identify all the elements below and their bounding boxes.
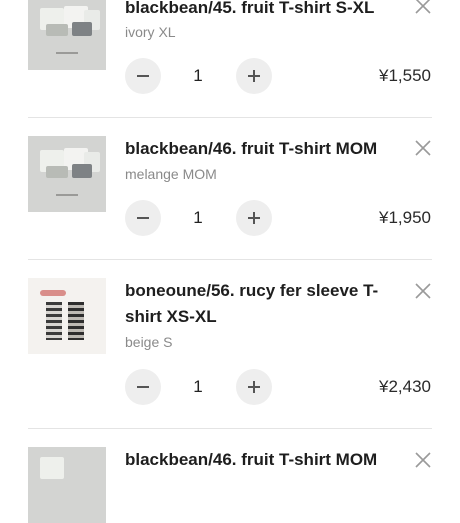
product-title[interactable]: boneoune/56. rucy fer sleeve T-shirt XS-…	[125, 278, 395, 330]
minus-icon	[137, 217, 149, 219]
product-thumbnail[interactable]	[28, 447, 106, 523]
decrease-quantity-button[interactable]	[125, 200, 161, 236]
item-price: ¥1,550	[379, 66, 431, 85]
quantity-value: 1	[193, 208, 203, 227]
decrease-quantity-button[interactable]	[125, 58, 161, 94]
decrease-quantity-button[interactable]	[125, 369, 161, 405]
divider	[28, 259, 432, 260]
plus-icon	[248, 212, 260, 224]
minus-icon	[137, 75, 149, 77]
minus-icon	[137, 386, 149, 388]
item-price: ¥1,950	[379, 208, 431, 227]
divider	[28, 428, 432, 429]
product-thumbnail[interactable]	[28, 0, 106, 70]
item-price: ¥2,430	[379, 377, 431, 396]
divider	[28, 117, 432, 118]
increase-quantity-button[interactable]	[236, 200, 272, 236]
product-variant: melange MOM	[125, 166, 217, 182]
close-icon[interactable]	[413, 281, 433, 301]
close-icon[interactable]	[413, 450, 433, 470]
plus-icon	[248, 381, 260, 393]
product-variant: ivory XL	[125, 24, 176, 40]
quantity-value: 1	[193, 377, 203, 396]
product-thumbnail[interactable]	[28, 278, 106, 354]
close-icon[interactable]	[413, 0, 433, 16]
product-variant: beige S	[125, 334, 173, 350]
product-title[interactable]: blackbean/46. fruit T-shirt MOM	[125, 136, 395, 162]
product-title[interactable]: blackbean/46. fruit T-shirt MOM	[125, 447, 395, 473]
close-icon[interactable]	[413, 138, 433, 158]
plus-icon	[248, 70, 260, 82]
product-title[interactable]: blackbean/45. fruit T-shirt S-XL	[125, 0, 395, 21]
quantity-value: 1	[193, 66, 203, 85]
product-thumbnail[interactable]	[28, 136, 106, 212]
increase-quantity-button[interactable]	[236, 58, 272, 94]
increase-quantity-button[interactable]	[236, 369, 272, 405]
